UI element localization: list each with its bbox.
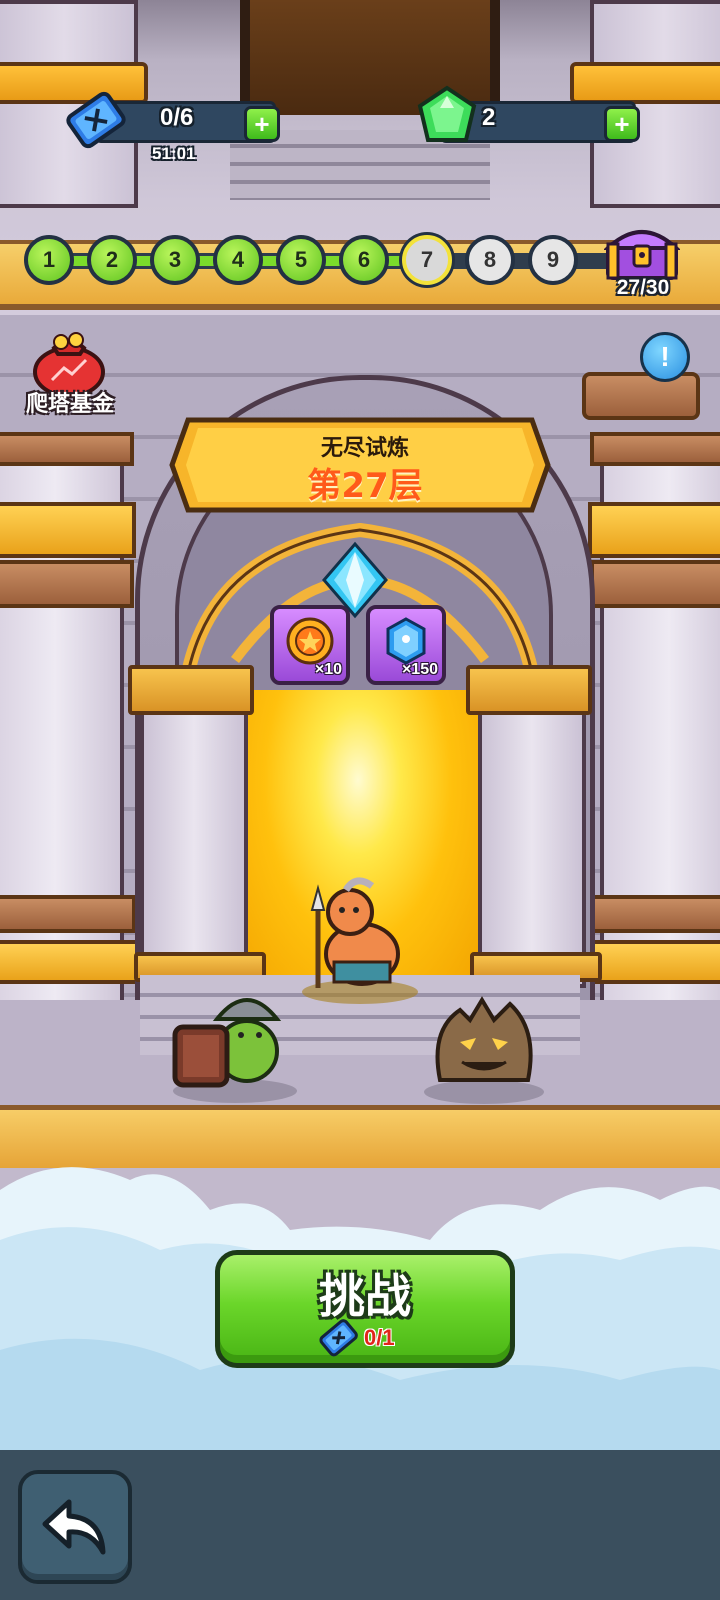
floor-node-8[interactable]: 8: [465, 235, 515, 285]
floor-node-9[interactable]: 9: [528, 235, 578, 285]
exclamation-icon: !: [660, 341, 670, 372]
left-pillar-band: [0, 940, 144, 984]
ticket-timer: 51:01: [152, 144, 196, 163]
floor-node-1[interactable]: 1: [24, 235, 74, 285]
back-arrow-icon: [42, 1499, 106, 1555]
floor-node-2[interactable]: 2: [87, 235, 137, 285]
right-pillar-top: [582, 372, 700, 420]
tower-scene: 0/6 + 51:01 2 + 123456789 27/30 无尽试炼 第27…: [0, 0, 720, 1450]
inner-left-cap: [128, 665, 254, 715]
ticket-count: 0/6: [160, 104, 194, 131]
ticket-icon: [66, 91, 126, 149]
tower-fund-label: 爬塔基金: [25, 392, 114, 417]
ticket-icon: [319, 1319, 358, 1357]
floor-node-5[interactable]: 5: [276, 235, 326, 285]
floor-node-4[interactable]: 4: [213, 235, 263, 285]
goblin-shield-enemy[interactable]: [165, 975, 300, 1105]
gem-count: 2: [482, 104, 496, 131]
challenge-label: 挑战: [319, 1269, 411, 1323]
inner-right-cap: [466, 665, 592, 715]
tree-monster-enemy[interactable]: [420, 990, 550, 1105]
top-right-cap: [570, 62, 720, 104]
right-pillar-band: [588, 502, 720, 558]
green-gem-icon: [417, 85, 477, 142]
tower-fund-button[interactable]: 爬塔基金: [10, 328, 130, 424]
add-gems-button[interactable]: +: [604, 106, 640, 142]
reward-tile[interactable]: ×150: [366, 605, 446, 685]
left-pillar-trim: [0, 560, 134, 608]
back-button[interactable]: [18, 1470, 132, 1584]
plus-icon: +: [614, 109, 630, 139]
floor-node-6[interactable]: 6: [339, 235, 389, 285]
right-pillar-trim: [590, 432, 720, 466]
plus-icon: +: [254, 109, 270, 139]
reward-count: ×150: [401, 661, 438, 678]
chest-progress: 27/30: [616, 276, 670, 299]
floor-title: 第27层: [307, 466, 423, 506]
challenge-ticket-cost: 0/1: [364, 1325, 395, 1350]
floor-node-7[interactable]: 7: [402, 235, 452, 285]
inner-left-column: [140, 690, 248, 988]
add-tickets-button[interactable]: +: [244, 106, 280, 142]
right-pillar-trim: [590, 895, 720, 933]
left-pillar-band: [0, 502, 136, 558]
treasure-chest-icon[interactable]: [604, 222, 680, 280]
info-button[interactable]: !: [640, 332, 690, 382]
gold-coin-icon: [286, 617, 334, 665]
blue-crystal-icon: [386, 617, 426, 665]
left-pillar-trim: [0, 895, 136, 933]
left-pillar-trim: [0, 432, 134, 466]
floor-node-3[interactable]: 3: [150, 235, 200, 285]
right-pillar-trim: [590, 560, 720, 608]
reward-count: ×10: [314, 661, 342, 678]
orc-spearman-enemy[interactable]: [290, 870, 420, 1005]
inner-right-column: [478, 690, 586, 988]
reward-tile[interactable]: ×10: [270, 605, 350, 685]
